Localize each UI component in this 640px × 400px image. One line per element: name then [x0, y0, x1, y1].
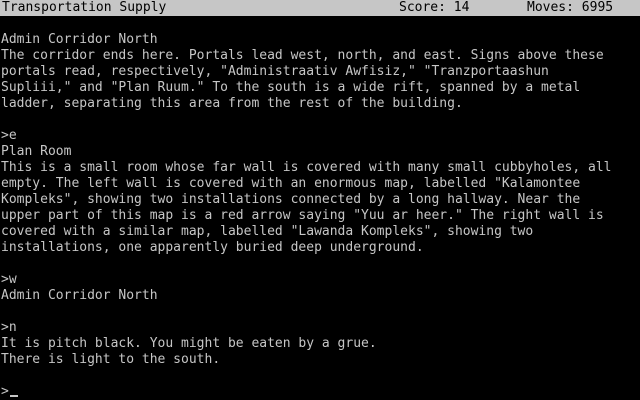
score-counter: Score: 14: [399, 0, 470, 15]
game-transcript: Admin Corridor North The corridor ends he…: [1, 32, 637, 400]
transcript-line: empty. The left wall is covered with an …: [1, 176, 581, 191]
transcript-line: portals read, respectively, "Administraa…: [1, 64, 549, 79]
command-echo-line: >e: [1, 128, 17, 143]
transcript-line: [1, 256, 637, 272]
text-cursor: [9, 395, 18, 397]
transcript-line: installations, one apparently buried dee…: [1, 240, 424, 255]
transcript-line: covered with a similar map, labelled "La…: [1, 224, 534, 239]
transcript-line: [1, 112, 637, 128]
command-echo-line: >n: [1, 320, 17, 335]
transcript-line: Supliii," and "Plan Ruum." To the south …: [1, 80, 581, 95]
transcript-line: [1, 304, 637, 320]
command-echo-line: >w: [1, 272, 17, 287]
transcript-line: There is light to the south.: [1, 352, 221, 367]
transcript-line: Plan Room: [1, 144, 72, 159]
status-bar: Transportation Supply Score: 14 Moves: 6…: [0, 0, 640, 16]
transcript-line: This is a small room whose far wall is c…: [1, 160, 612, 175]
transcript-line: Kompleks", showing two installations con…: [1, 192, 581, 207]
command-prompt[interactable]: >: [1, 384, 18, 400]
transcript-line: ladder, separating this area from the re…: [1, 96, 463, 111]
prompt-symbol: >: [1, 384, 9, 399]
transcript-line: It is pitch black. You might be eaten by…: [1, 336, 377, 351]
transcript-line: Admin Corridor North: [1, 288, 158, 303]
transcript-line: Admin Corridor North: [1, 32, 158, 47]
moves-counter: Moves: 6995: [527, 0, 614, 15]
location-title: Transportation Supply: [2, 0, 167, 15]
transcript-line: The corridor ends here. Portals lead wes…: [1, 48, 604, 63]
transcript-line: upper part of this map is a red arrow sa…: [1, 208, 604, 223]
